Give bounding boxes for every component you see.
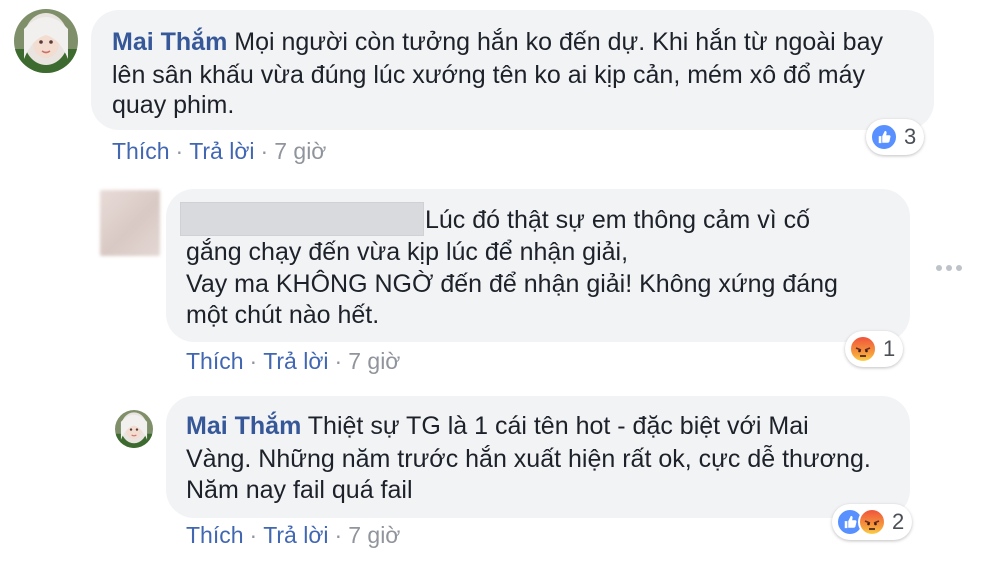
comment-text: Mai Thắm Mọi người còn tưởng hắn ko đến …	[112, 28, 883, 56]
more-options-icon[interactable]	[936, 265, 962, 271]
comment-text-line: Vay ma KHÔNG NGỜ đến để nhận giải! Không…	[186, 270, 838, 298]
reply-link[interactable]: Trả lời	[263, 522, 328, 548]
reaction-count: 2	[892, 509, 905, 534]
comment-text-line: gắng chạy đến vừa kịp lúc để nhận giải,	[186, 238, 629, 266]
comment-text-line: một chút nào hết.	[186, 301, 380, 329]
comment-text-line: Năm nay fail quá fail	[186, 476, 413, 504]
avatar[interactable]	[100, 190, 160, 256]
comment-author[interactable]: Mai Thắm	[112, 28, 227, 56]
comment-text-line: lên sân khấu vừa đúng lúc xướng tên ko a…	[112, 61, 866, 89]
reaction-summary[interactable]: 1	[845, 331, 904, 367]
reaction-summary[interactable]: 2	[832, 504, 913, 540]
reaction-summary[interactable]: 3	[866, 119, 925, 155]
avatar[interactable]	[14, 9, 78, 73]
comment-text-line: Lúc đó thật sự em thông cảm vì cố	[425, 206, 810, 234]
author-name-redacted	[180, 202, 424, 236]
separator: ·	[260, 138, 269, 164]
reply-link[interactable]: Trả lời	[189, 138, 254, 164]
angry-icon	[858, 508, 886, 536]
separator: ·	[175, 138, 184, 164]
comment-actions: Thích · Trả lời · 7 giờ	[186, 348, 400, 375]
separator: ·	[249, 348, 258, 374]
like-icon	[870, 123, 898, 151]
timestamp[interactable]: 7 giờ	[274, 138, 326, 164]
separator: ·	[334, 522, 343, 548]
comment-text-line: Vàng. Những năm trước hắn xuất hiện rất …	[186, 445, 871, 473]
reply-link[interactable]: Trả lời	[263, 348, 328, 374]
timestamp[interactable]: 7 giờ	[348, 348, 400, 374]
like-link[interactable]: Thích	[186, 348, 244, 374]
like-link[interactable]: Thích	[112, 138, 170, 164]
reaction-count: 1	[883, 336, 896, 361]
avatar[interactable]	[115, 410, 153, 448]
timestamp[interactable]: 7 giờ	[348, 522, 400, 548]
comment-author[interactable]: Mai Thắm	[186, 412, 301, 440]
separator: ·	[249, 522, 258, 548]
comment-text-line: quay phim.	[112, 91, 235, 119]
comment-text: Mai Thắm Thiệt sự TG là 1 cái tên hot - …	[186, 412, 809, 440]
angry-icon	[849, 335, 877, 363]
like-link[interactable]: Thích	[186, 522, 244, 548]
separator: ·	[334, 348, 343, 374]
comment-actions: Thích · Trả lời · 7 giờ	[186, 522, 400, 549]
comment-actions: Thích · Trả lời · 7 giờ	[112, 138, 326, 165]
reaction-count: 3	[904, 124, 917, 149]
